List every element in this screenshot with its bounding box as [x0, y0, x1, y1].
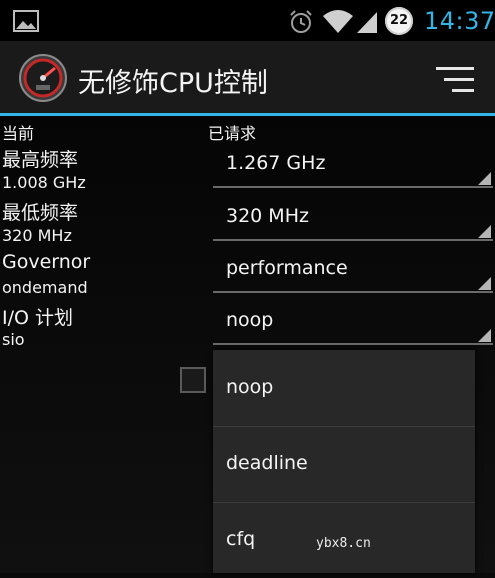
image-icon: [13, 10, 39, 32]
notification-count-badge: 22: [385, 7, 413, 35]
signal-icon: [357, 12, 377, 33]
governor-spinner-value: performance: [226, 257, 348, 279]
max-freq-current-value: 1.008 GHz: [2, 173, 86, 192]
max-freq-spinner[interactable]: 1.267 GHz: [213, 140, 493, 188]
io-scheduler-spinner-value: noop: [226, 309, 274, 331]
wifi-icon: [323, 10, 353, 33]
dropdown-option-noop[interactable]: noop: [213, 350, 475, 427]
min-freq-label: 最低频率: [2, 202, 79, 224]
spinner-arrow-icon: [478, 329, 491, 342]
io-scheduler-spinner[interactable]: noop: [213, 297, 493, 345]
spinner-arrow-icon: [478, 225, 491, 238]
min-freq-spinner-value: 320 MHz: [226, 205, 309, 227]
app-title: 无修饰CPU控制: [78, 68, 268, 99]
current-column-header: 当前: [2, 124, 35, 143]
notification-count: 22: [389, 13, 409, 28]
watermark: ybx8.cn: [316, 536, 371, 551]
governor-label: Governor: [2, 251, 91, 273]
alarm-icon: [290, 10, 312, 33]
spinner-arrow-icon: [478, 277, 491, 290]
overflow-menu-icon[interactable]: [436, 65, 476, 95]
io-scheduler-label: I/O 计划: [2, 307, 73, 329]
max-freq-label: 最高频率: [2, 149, 79, 171]
governor-spinner[interactable]: performance: [213, 245, 493, 293]
spinner-arrow-icon: [478, 172, 491, 185]
governor-current-value: ondemand: [2, 278, 88, 297]
io-scheduler-current-value: sio: [2, 330, 25, 349]
status-bar: 22 14:37: [0, 0, 495, 41]
min-freq-current-value: 320 MHz: [2, 226, 72, 245]
clock: 14:37: [424, 7, 495, 35]
speedometer-icon[interactable]: [17, 53, 69, 103]
action-bar: 无修饰CPU控制: [0, 41, 495, 113]
set-on-boot-checkbox[interactable]: [180, 367, 206, 393]
main-content: 当前 已请求 最高频率 1.008 GHz 最低频率 320 MHz Gover…: [0, 116, 495, 573]
dropdown-option-deadline[interactable]: deadline: [213, 426, 475, 503]
max-freq-spinner-value: 1.267 GHz: [226, 152, 326, 174]
min-freq-spinner[interactable]: 320 MHz: [213, 193, 493, 241]
